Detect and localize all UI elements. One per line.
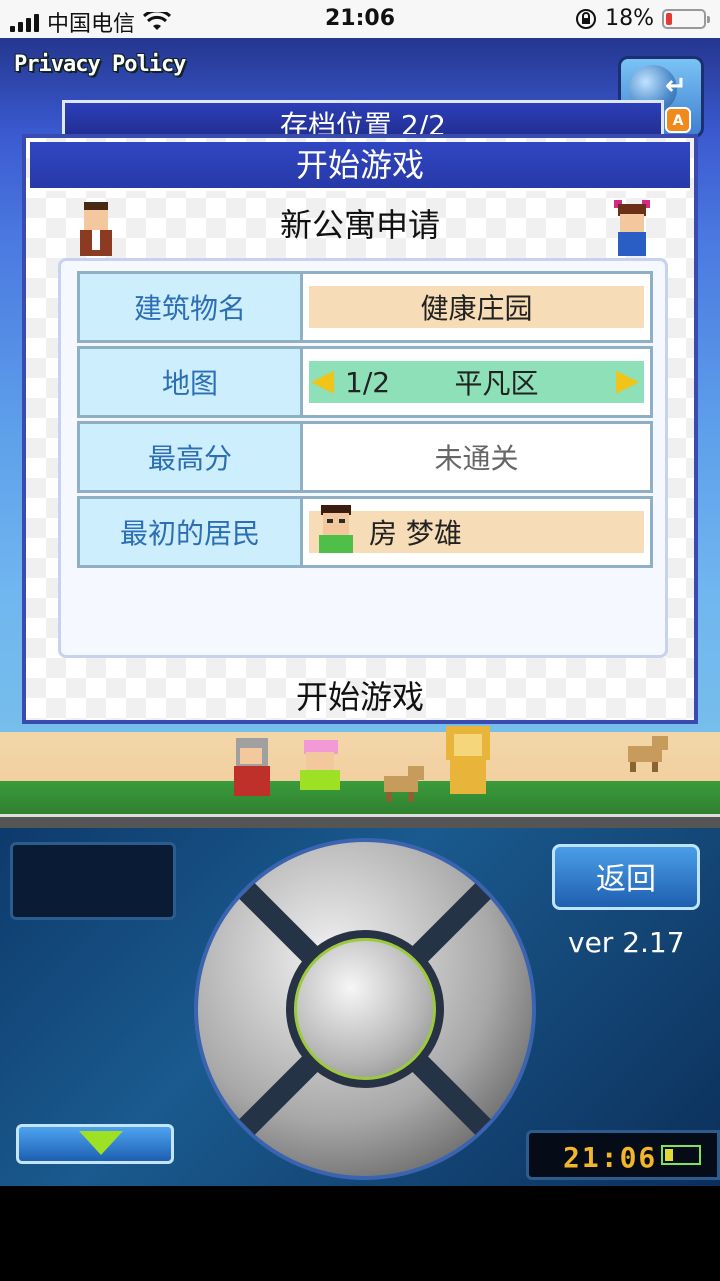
table-row-highscore: 最高分 未通关 (77, 421, 653, 493)
info-table: 建筑物名 健康庄园 地图 ◀ 1/2 平凡区 ▶ 最高分 未通关 最初的居民 房… (77, 271, 653, 571)
triangle-down-icon (79, 1131, 123, 1155)
letter-a-icon: A (665, 107, 691, 133)
battery-icon (662, 8, 710, 29)
battery-icon (661, 1145, 701, 1165)
start-game-button[interactable]: 开始游戏 (26, 672, 694, 718)
first-resident-cell: 房 梦雄 (303, 496, 653, 568)
privacy-policy-link[interactable]: Privacy Policy (14, 52, 186, 77)
directional-pad[interactable] (194, 838, 536, 1180)
arrow-left-icon[interactable]: ◀ (311, 364, 337, 398)
battery-percent: 18% (605, 6, 654, 31)
status-bar: 中国电信 21:06 18% (0, 0, 720, 38)
first-resident-label: 最初的居民 (77, 496, 303, 568)
apartment-info-panel: 建筑物名 健康庄园 地图 ◀ 1/2 平凡区 ▶ 最高分 未通关 最初的居民 房… (58, 258, 668, 658)
game-clock: 21:06 (526, 1130, 720, 1180)
building-name-label: 建筑物名 (77, 271, 303, 343)
clock-time: 21:06 (563, 1141, 658, 1174)
return-arrow-icon: ↵ (665, 71, 687, 101)
dog-icon (628, 736, 668, 772)
start-game-dialog: 开始游戏 新公寓申请 建筑物名 健康庄园 地图 ◀ 1/2 平凡区 ▶ 最高分 … (22, 134, 698, 724)
table-row-resident: 最初的居民 房 梦雄 (77, 496, 653, 568)
map-label: 地图 (77, 346, 303, 418)
lion-character-icon (446, 726, 490, 794)
version-label: ver 2.17 (568, 926, 685, 959)
table-row-map: 地图 ◀ 1/2 平凡区 ▶ (77, 346, 653, 418)
walker-character-icon (234, 738, 270, 796)
map-value: 平凡区 (454, 367, 539, 400)
map-cell: ◀ 1/2 平凡区 ▶ (303, 346, 653, 418)
first-resident-field[interactable]: 房 梦雄 (309, 505, 644, 553)
game-scene: Privacy Policy ↵ A 存档位置 2/2 开始游戏 新公寓申请 建… (0, 38, 720, 831)
resident-portrait-icon (319, 505, 353, 553)
dialog-subtitle: 新公寓申请 (279, 206, 440, 244)
highscore-label: 最高分 (77, 421, 303, 493)
back-button[interactable]: 返回 (552, 844, 700, 910)
rotation-lock-icon (576, 8, 597, 29)
mini-screen (10, 842, 176, 920)
building-name-field[interactable]: 健康庄园 (309, 286, 644, 328)
map-selector: ◀ 1/2 平凡区 ▶ (309, 361, 644, 403)
map-page: 1/2 (345, 365, 391, 399)
sidewalk-scene (0, 726, 720, 814)
arrow-right-icon[interactable]: ▶ (616, 364, 642, 398)
table-row-building: 建筑物名 健康庄园 (77, 271, 653, 343)
pink-hair-character-icon (300, 740, 340, 790)
scroll-down-button[interactable] (16, 1124, 174, 1164)
building-name-value: 健康庄园 (420, 292, 533, 325)
highscore-cell: 未通关 (303, 421, 653, 493)
first-resident-value: 房 梦雄 (369, 517, 462, 550)
dog-icon (384, 766, 424, 802)
dpad-center-button[interactable] (286, 930, 444, 1088)
dialog-title: 开始游戏 (30, 142, 690, 191)
highscore-value: 未通关 (434, 442, 519, 475)
building-name-cell: 健康庄园 (303, 271, 653, 343)
